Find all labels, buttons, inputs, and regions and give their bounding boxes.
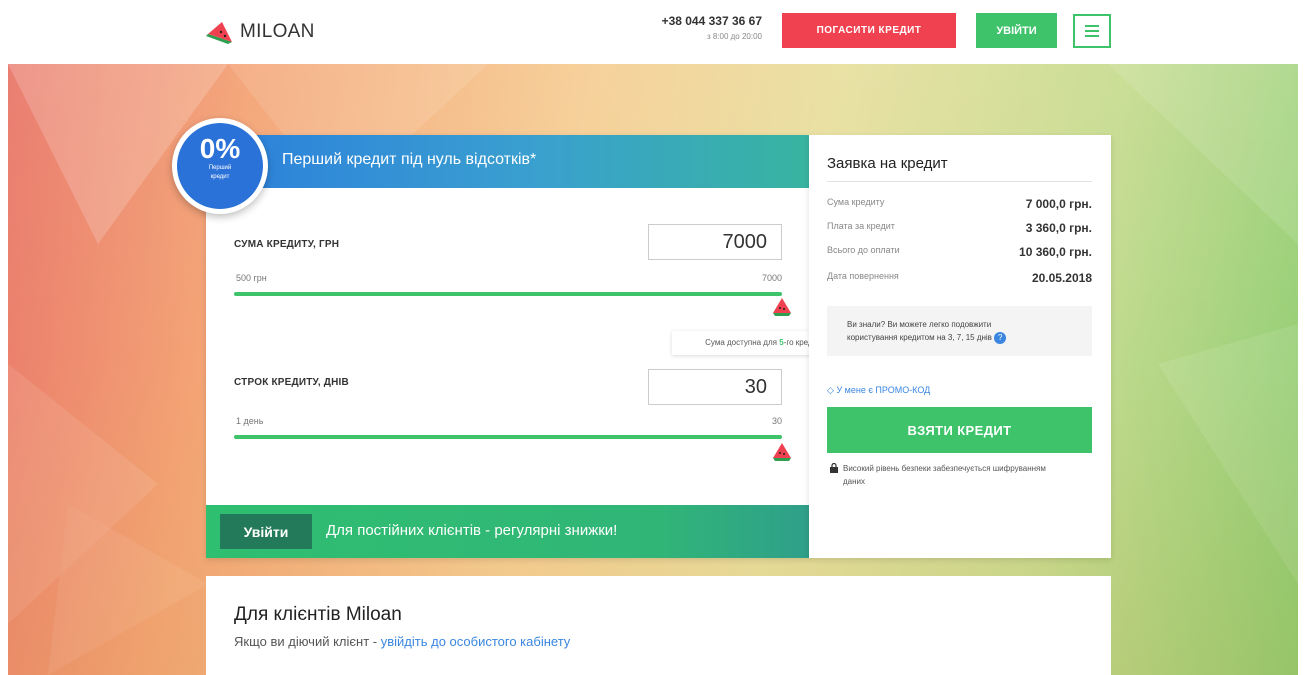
amount-max-label: 7000 xyxy=(761,273,782,283)
hamburger-icon[interactable] xyxy=(1073,14,1111,48)
amount-slider-thumb-icon[interactable] xyxy=(772,297,792,317)
info-line-1: Ви знали? Ви можете легко подовжити xyxy=(847,320,992,329)
term-max-label: 30 xyxy=(771,416,782,426)
calculator-title: Перший кредит під нуль відсотків* xyxy=(282,151,537,168)
top-header: MILOAN +38 044 337 36 67 з 8:00 до 20:00… xyxy=(0,0,1306,64)
summary-row: Всього до оплати 10 360,0 грн. xyxy=(827,245,1092,259)
calculator-footer: Увійти Для постійних клієнтів - регулярн… xyxy=(206,505,809,558)
security-note: Високий рівень безпеки забезпечується ши… xyxy=(827,462,1067,488)
info-line-2: користування кредитом на 3, 7, 15 днів xyxy=(847,333,992,342)
logo[interactable]: MILOAN xyxy=(206,20,315,44)
extension-info-box: Ви знали? Ви можете легко подовжити кори… xyxy=(827,306,1092,356)
summary-row: Сума кредиту 7 000,0 грн. xyxy=(827,197,1092,211)
amount-label: СУМА КРЕДИТУ, ГРН xyxy=(234,239,340,250)
term-label: СТРОК КРЕДИТУ, ДНІВ xyxy=(234,377,349,388)
take-credit-button[interactable]: ВЗЯТИ КРЕДИТ xyxy=(827,407,1092,453)
repay-credit-button[interactable]: ПОГАСИТИ КРЕДИТ xyxy=(782,13,956,48)
badge-line-1: Перший xyxy=(208,165,232,171)
badge-percent: 0% xyxy=(199,133,241,164)
zero-percent-badge: 0% Перший кредит xyxy=(172,118,268,214)
tag-icon: ◇ xyxy=(827,385,834,395)
amount-min-label: 500 грн xyxy=(236,273,267,283)
clients-title: Для клієнтів Miloan xyxy=(234,604,402,625)
divider xyxy=(827,181,1092,182)
contact-info: +38 044 337 36 67 з 8:00 до 20:00 xyxy=(640,14,762,41)
term-slider-track[interactable] xyxy=(234,435,782,439)
amount-slider-track[interactable] xyxy=(234,292,782,296)
summary-row: Дата повернення 20.05.2018 xyxy=(827,271,1092,285)
loan-application-panel: Заявка на кредит Сума кредиту 7 000,0 грн… xyxy=(809,135,1111,558)
phone-number[interactable]: +38 044 337 36 67 xyxy=(640,14,762,28)
term-slider-thumb-icon[interactable] xyxy=(772,442,792,462)
login-button[interactable]: УВІЙТИ xyxy=(976,13,1057,48)
application-title: Заявка на кредит xyxy=(827,155,948,172)
working-hours: з 8:00 до 20:00 xyxy=(706,32,762,41)
watermelon-logo-icon xyxy=(206,22,232,44)
summary-row: Плата за кредит 3 360,0 грн. xyxy=(827,221,1092,235)
amount-input[interactable] xyxy=(648,224,782,260)
promo-code-link[interactable]: ◇ У мене є ПРОМО-КОД xyxy=(827,385,930,396)
term-min-label: 1 день xyxy=(236,416,264,426)
lock-icon xyxy=(830,463,838,473)
footer-login-button[interactable]: Увійти xyxy=(220,514,312,549)
footer-promo-text: Для постійних клієнтів - регулярні знижк… xyxy=(326,522,618,539)
logo-text: MILOAN xyxy=(240,21,315,42)
clients-section: Для клієнтів Miloan Якщо ви діючий клієн… xyxy=(206,576,1111,675)
help-icon[interactable]: ? xyxy=(994,331,1007,344)
personal-cabinet-link[interactable]: увійдіть до особистого кабінету xyxy=(381,634,571,649)
badge-line-2: кредит xyxy=(210,174,230,180)
term-input[interactable] xyxy=(648,369,782,405)
calculator-header: Перший кредит під нуль відсотків* xyxy=(206,135,809,188)
clients-subtitle: Якщо ви діючий клієнт - увійдіть до особ… xyxy=(234,634,571,649)
